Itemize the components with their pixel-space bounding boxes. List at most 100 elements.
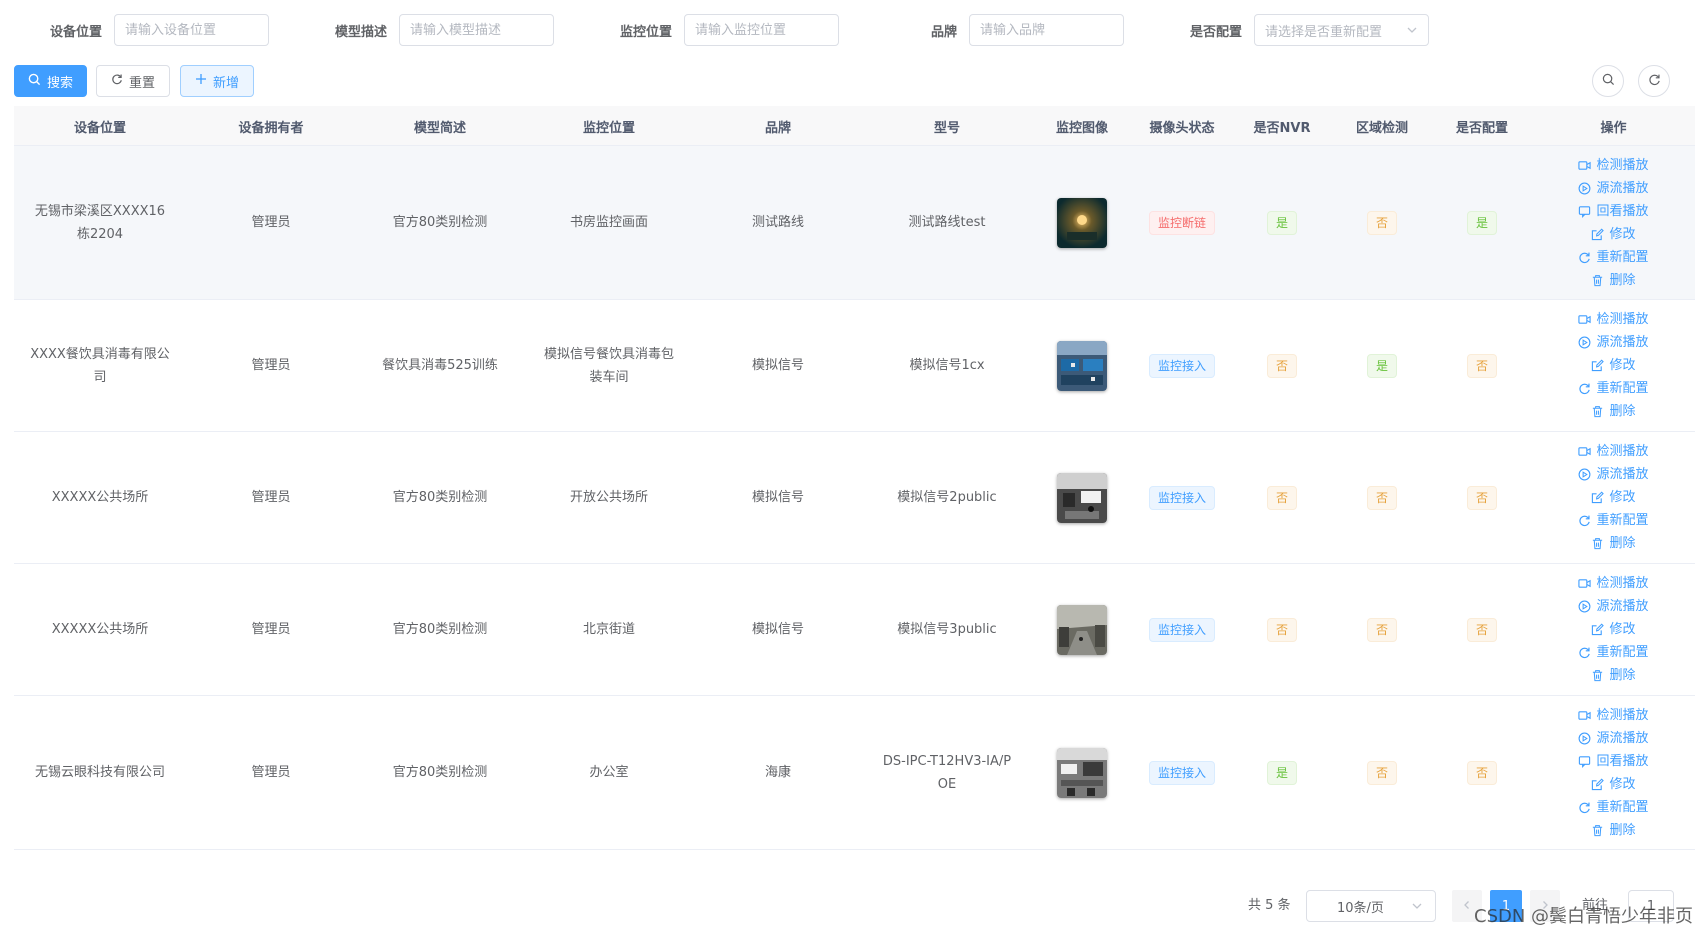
edit-button[interactable]: 修改 — [1591, 618, 1636, 641]
owner-cell: 管理员 — [186, 432, 356, 563]
operation-label: 重新配置 — [1596, 645, 1649, 660]
detect-play-button[interactable]: 检测播放 — [1578, 308, 1649, 331]
toggle-search-button[interactable] — [1592, 65, 1624, 97]
edit-button[interactable]: 修改 — [1591, 486, 1636, 509]
plus-icon — [195, 73, 207, 89]
add-button[interactable]: 新增 — [180, 65, 254, 97]
edit-button[interactable]: 修改 — [1591, 354, 1636, 377]
device-location-input[interactable] — [114, 14, 269, 46]
edit-icon — [1591, 623, 1605, 636]
operations-list: 检测播放 源流播放 回看播放 修改 重新配置 删除 — [1578, 154, 1649, 292]
brand-text: 模拟信号 — [751, 358, 804, 373]
monitor-location-text: 办公室 — [589, 765, 629, 780]
delete-button[interactable]: 删除 — [1591, 269, 1636, 292]
delete-button[interactable]: 删除 — [1591, 819, 1636, 842]
monitor-image-thumbnail[interactable] — [1057, 604, 1107, 655]
reconfigure-button[interactable]: 重新配置 — [1578, 796, 1649, 819]
model-no-cell: 模拟信号3public — [862, 564, 1032, 695]
refresh-icon — [1648, 73, 1661, 90]
refresh-icon — [1578, 514, 1591, 527]
video-camera-icon — [1578, 577, 1592, 590]
source-play-button[interactable]: 源流播放 — [1578, 177, 1649, 200]
column-header: 监控位置 — [582, 120, 635, 136]
chevron-down-icon — [1406, 24, 1418, 40]
configured-select[interactable]: 请选择是否重新配置 — [1254, 14, 1429, 46]
operations-list: 检测播放 源流播放 修改 重新配置 删除 — [1578, 308, 1649, 423]
device-location-cell: XXXX餐饮具消毒有限公司 — [14, 300, 186, 431]
device-location-text: XXXXX公共场所 — [51, 622, 149, 637]
model-desc-cell: 官方80类别检测 — [356, 696, 524, 849]
brand-text: 海康 — [764, 765, 791, 780]
delete-button[interactable]: 删除 — [1591, 400, 1636, 423]
model-no-text: 测试路线test — [908, 215, 986, 230]
brand-cell: 海康 — [694, 696, 862, 849]
region-detect-cell: 否 — [1332, 696, 1432, 849]
source-play-button[interactable]: 源流播放 — [1578, 595, 1649, 618]
reconfigure-button[interactable]: 重新配置 — [1578, 246, 1649, 269]
delete-button[interactable]: 删除 — [1591, 532, 1636, 555]
reconfigure-button[interactable]: 重新配置 — [1578, 641, 1649, 664]
brand-text: 测试路线 — [751, 215, 804, 230]
detect-play-button[interactable]: 检测播放 — [1578, 572, 1649, 595]
camera-status-tag: 监控接入 — [1148, 485, 1215, 510]
column-header: 监控图像 — [1055, 120, 1108, 136]
edit-button[interactable]: 修改 — [1591, 773, 1636, 796]
delete-icon — [1591, 824, 1604, 837]
brand-text: 模拟信号 — [751, 490, 804, 505]
edit-icon — [1591, 359, 1605, 372]
monitor-image-thumbnail[interactable] — [1057, 197, 1107, 248]
detect-play-button[interactable]: 检测播放 — [1578, 440, 1649, 463]
nvr-tag: 否 — [1266, 485, 1297, 510]
operations-list: 检测播放 源流播放 回看播放 修改 重新配置 删除 — [1578, 704, 1649, 842]
monitor-location-label: 监控位置 — [620, 24, 673, 40]
search-button[interactable]: 搜索 — [14, 65, 87, 97]
configured-cell: 否 — [1432, 300, 1532, 431]
operations-list: 检测播放 源流播放 修改 重新配置 删除 — [1578, 440, 1649, 555]
source-play-button[interactable]: 源流播放 — [1578, 727, 1649, 750]
source-play-button[interactable]: 源流播放 — [1578, 463, 1649, 486]
source-play-button[interactable]: 源流播放 — [1578, 331, 1649, 354]
refresh-table-button[interactable] — [1638, 65, 1670, 97]
form-item-monitor-location: 监控位置 — [620, 14, 839, 46]
owner-text: 管理员 — [251, 215, 291, 230]
region-detect-tag: 否 — [1366, 210, 1397, 235]
detect-play-button[interactable]: 检测播放 — [1578, 154, 1649, 177]
search-form: 设备位置 模型描述 监控位置 品牌 是否配置 请选择是否重新配置 — [0, 14, 1695, 46]
model-no-cell: DS-IPC-T12HV3-IA/POE — [862, 696, 1032, 849]
model-desc-input[interactable] — [399, 14, 554, 46]
edit-button[interactable]: 修改 — [1591, 223, 1636, 246]
delete-button[interactable]: 删除 — [1591, 664, 1636, 687]
region-detect-tag: 否 — [1366, 617, 1397, 642]
monitor-image-cell — [1032, 696, 1132, 849]
operations-cell: 检测播放 源流播放 回看播放 修改 重新配置 删除 — [1532, 146, 1695, 299]
reconfigure-button[interactable]: 重新配置 — [1578, 509, 1649, 532]
camera-status-tag: 监控断链 — [1148, 210, 1215, 235]
detect-play-button[interactable]: 检测播放 — [1578, 704, 1649, 727]
page-size-select[interactable]: 10条/页 — [1306, 890, 1436, 922]
monitor-image-thumbnail[interactable] — [1057, 747, 1107, 798]
brand-cell: 测试路线 — [694, 146, 862, 299]
operation-label: 源流播放 — [1596, 599, 1649, 614]
operations-cell: 检测播放源流播放修改重新配置删除 — [1532, 564, 1695, 695]
playback-button[interactable]: 回看播放 — [1578, 750, 1649, 773]
reconfigure-button[interactable]: 重新配置 — [1578, 377, 1649, 400]
nvr-cell: 否 — [1232, 432, 1332, 563]
chevron-left-icon — [1462, 899, 1472, 914]
reset-button[interactable]: 重置 — [96, 65, 170, 97]
model-desc-text: 官方80类别检测 — [392, 622, 488, 637]
table-row: 无锡云眼科技有限公司 管理员 官方80类别检测 办公室 海康 DS-IPC-T12HV3-… — [14, 696, 1695, 850]
operation-label: 检测播放 — [1596, 576, 1649, 591]
model-no-text: 模拟信号2public — [897, 490, 997, 505]
monitor-image-thumbnail[interactable] — [1057, 340, 1107, 391]
refresh-icon — [1578, 646, 1591, 659]
playback-button[interactable]: 回看播放 — [1578, 200, 1649, 223]
operations-cell: 检测播放 源流播放 修改 重新配置 删除 — [1532, 300, 1695, 431]
monitor-location-input[interactable] — [684, 14, 839, 46]
monitor-image-thumbnail[interactable] — [1057, 472, 1107, 523]
brand-input[interactable] — [969, 14, 1124, 46]
device-location-text: 无锡云眼科技有限公司 — [34, 765, 165, 780]
configured-tag: 否 — [1466, 353, 1497, 378]
monitor-icon — [1578, 205, 1591, 218]
refresh-icon — [111, 73, 123, 89]
table-body: 无锡市梁溪区XXXX16栋2204 管理员 官方80类别检测 书房监控画面 测试路线 测试… — [14, 146, 1695, 850]
